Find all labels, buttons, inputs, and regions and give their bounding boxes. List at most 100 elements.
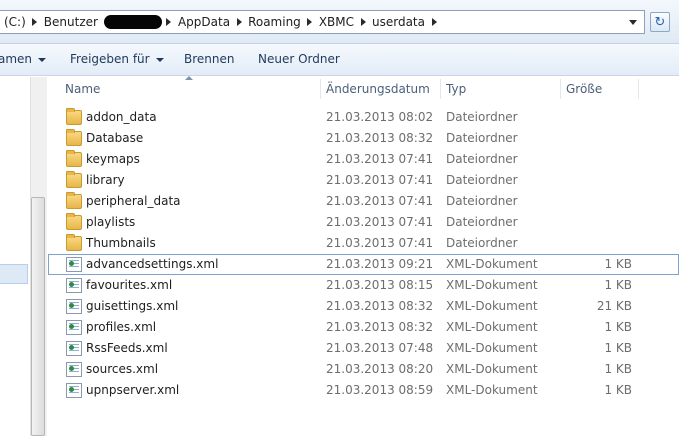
column-header-size[interactable]: Größe — [566, 77, 602, 101]
command-bar: amen Freigeben für Brennen Neuer Ordner — [0, 44, 679, 76]
file-size: 1 KB — [604, 341, 632, 355]
breadcrumb-users[interactable]: Benutzer — [40, 15, 102, 29]
share-label: Freigeben für — [70, 52, 150, 66]
breadcrumb-appdata[interactable]: AppData — [174, 15, 234, 29]
column-header-name-label: Name — [65, 82, 101, 96]
column-header-type[interactable]: Typ — [446, 77, 466, 101]
breadcrumb-xbmc[interactable]: XBMC — [315, 15, 358, 29]
file-size: 21 KB — [596, 299, 632, 313]
file-row[interactable]: favourites.xml 21.03.2013 08:15 XML-Dokume… — [48, 275, 679, 296]
file-row[interactable]: library 21.03.2013 07:41 Dateiordner — [48, 170, 679, 191]
file-type: XML-Dokument — [446, 383, 538, 397]
address-bar[interactable]: (C:) Benutzer AppData Roaming XBMC userd… — [0, 10, 645, 34]
breadcrumb-userdata[interactable]: userdata — [368, 15, 429, 29]
file-name: favourites.xml — [86, 278, 173, 292]
file-date: 21.03.2013 07:41 — [326, 173, 434, 187]
new-folder-label: Neuer Ordner — [258, 52, 340, 66]
file-date: 21.03.2013 08:32 — [326, 320, 434, 334]
file-name: addon_data — [86, 110, 157, 124]
file-row[interactable]: keymaps 21.03.2013 07:41 Dateiordner — [48, 149, 679, 170]
folder-icon — [66, 108, 82, 125]
file-date: 21.03.2013 08:32 — [326, 131, 434, 145]
breadcrumb-separator-icon[interactable] — [30, 11, 40, 33]
share-button[interactable]: Freigeben für — [70, 44, 164, 75]
file-row[interactable]: addon_data 21.03.2013 08:02 Dateiordner — [48, 107, 679, 128]
file-size: 1 KB — [604, 278, 632, 292]
file-name: playlists — [86, 215, 136, 229]
column-divider[interactable] — [638, 79, 639, 99]
breadcrumb-roaming[interactable]: Roaming — [244, 15, 305, 29]
file-type: XML-Dokument — [446, 341, 538, 355]
breadcrumb-separator-icon[interactable] — [164, 11, 174, 33]
column-header-row: Name Änderungsdatum Typ Größe — [48, 76, 679, 101]
file-type: XML-Dokument — [446, 362, 538, 376]
navigation-selected-item[interactable] — [0, 264, 28, 284]
column-header-size-label: Größe — [566, 82, 603, 96]
navigation-scrollbar-thumb[interactable] — [31, 197, 45, 436]
column-header-date[interactable]: Änderungsdatum — [326, 77, 430, 101]
file-name: peripheral_data — [86, 194, 181, 208]
file-date: 21.03.2013 07:41 — [326, 236, 434, 250]
file-size: 1 KB — [604, 320, 632, 334]
file-row[interactable]: peripheral_data 21.03.2013 07:41 Dateiordn… — [48, 191, 679, 212]
file-type: Dateiordner — [446, 236, 518, 250]
file-row[interactable]: profiles.xml 21.03.2013 08:32 XML-Dokument… — [48, 317, 679, 338]
file-row[interactable]: RssFeeds.xml 21.03.2013 07:48 XML-Dokument… — [48, 338, 679, 359]
xml-file-icon — [66, 257, 82, 272]
xml-file-icon — [66, 362, 82, 377]
column-divider[interactable] — [320, 79, 321, 99]
file-name: sources.xml — [86, 362, 159, 376]
file-name: profiles.xml — [86, 320, 157, 334]
folder-icon — [66, 171, 82, 188]
file-name: RssFeeds.xml — [86, 341, 168, 355]
file-row[interactable]: upnpserver.xml 21.03.2013 08:59 XML-Dokume… — [48, 380, 679, 401]
file-row[interactable]: sources.xml 21.03.2013 08:20 XML-Dokument 1… — [48, 359, 679, 380]
file-type: Dateiordner — [446, 152, 518, 166]
address-history-dropdown-icon[interactable] — [626, 11, 640, 33]
redacted-username — [103, 15, 162, 29]
breadcrumb-drive[interactable]: (C:) — [0, 15, 30, 29]
xml-file-icon — [66, 278, 82, 293]
column-divider[interactable] — [560, 79, 561, 99]
file-type: Dateiordner — [446, 194, 518, 208]
folder-icon — [66, 150, 82, 167]
file-date: 21.03.2013 08:20 — [326, 362, 434, 376]
sort-ascending-icon — [185, 76, 193, 80]
organize-label: amen — [0, 52, 33, 66]
file-type: Dateiordner — [446, 110, 518, 124]
xml-file-icon — [66, 383, 82, 398]
breadcrumb-separator-icon[interactable] — [234, 11, 244, 33]
breadcrumb-separator-icon[interactable] — [358, 11, 368, 33]
file-type: XML-Dokument — [446, 257, 538, 271]
column-header-date-label: Änderungsdatum — [326, 82, 430, 96]
organize-button[interactable]: amen — [0, 44, 47, 75]
file-name: keymaps — [86, 152, 140, 166]
chevron-down-icon — [155, 57, 164, 62]
column-divider[interactable] — [440, 79, 441, 99]
column-header-name[interactable]: Name — [65, 77, 100, 101]
folder-icon — [66, 234, 82, 251]
new-folder-button[interactable]: Neuer Ordner — [258, 44, 340, 75]
file-type: XML-Dokument — [446, 299, 538, 313]
file-row-selected[interactable]: advancedsettings.xml 21.03.2013 09:21 XML-… — [48, 254, 679, 275]
folder-icon — [66, 213, 82, 230]
file-list: addon_data 21.03.2013 08:02 Dateiordner Da… — [48, 107, 679, 401]
file-date: 21.03.2013 08:15 — [326, 278, 434, 292]
breadcrumb-separator-icon[interactable] — [429, 11, 439, 33]
refresh-button[interactable]: ↻ — [650, 12, 670, 32]
file-name: guisettings.xml — [86, 299, 179, 313]
burn-label: Brennen — [184, 52, 235, 66]
file-size: 1 KB — [604, 362, 632, 376]
file-name: Thumbnails — [86, 236, 156, 250]
file-row[interactable]: Database 21.03.2013 08:32 Dateiordner — [48, 128, 679, 149]
file-row[interactable]: playlists 21.03.2013 07:41 Dateiordner — [48, 212, 679, 233]
file-date: 21.03.2013 07:41 — [326, 152, 434, 166]
folder-icon — [66, 129, 82, 146]
file-name: Database — [86, 131, 144, 145]
file-row[interactable]: guisettings.xml 21.03.2013 08:32 XML-Dokum… — [48, 296, 679, 317]
file-type: Dateiordner — [446, 131, 518, 145]
breadcrumb-separator-icon[interactable] — [305, 11, 315, 33]
file-row[interactable]: Thumbnails 21.03.2013 07:41 Dateiordner — [48, 233, 679, 254]
file-date: 21.03.2013 07:41 — [326, 215, 434, 229]
burn-button[interactable]: Brennen — [184, 44, 234, 75]
